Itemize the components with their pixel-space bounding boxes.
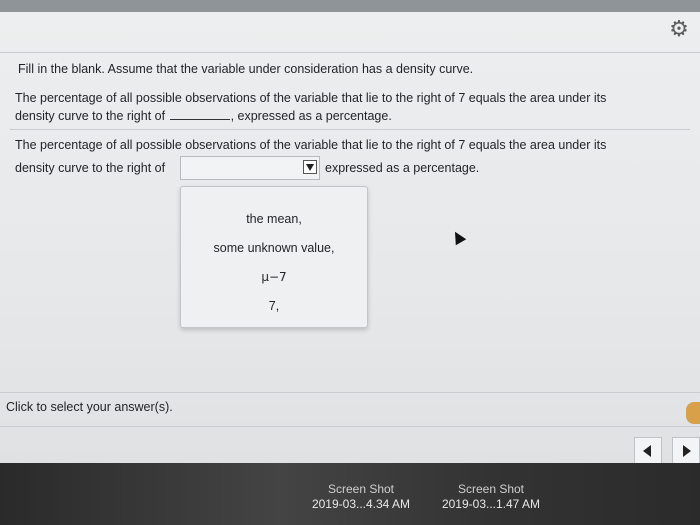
right-arrow-icon[interactable] <box>672 437 700 465</box>
dropdown-option-seven[interactable]: 7, <box>181 298 367 315</box>
desktop-file-1-title: Screen Shot <box>327 482 395 496</box>
help-tab[interactable] <box>686 402 700 424</box>
left-arrow-icon[interactable] <box>634 437 662 465</box>
question-line2-after: , expressed as a percentage. <box>230 109 392 123</box>
question-statement-line2: density curve to the right of , expresse… <box>15 107 392 125</box>
question-line2-before: density curve to the right of <box>15 109 166 123</box>
answer-statement-line1: The percentage of all possible observati… <box>15 138 607 152</box>
gear-icon[interactable]: ⚙ <box>668 18 690 40</box>
window-top-bar <box>0 0 700 12</box>
header-divider <box>0 52 700 53</box>
chevron-down-icon[interactable] <box>303 160 317 174</box>
desktop-file-1-name: 2019-03...4.34 AM <box>311 497 411 511</box>
question-statement-line1: The percentage of all possible observati… <box>15 91 607 105</box>
blank-underline <box>169 107 230 120</box>
desktop-file-2-title: Screen Shot <box>457 482 525 496</box>
footer-divider-bottom <box>0 426 700 427</box>
footer-instruction: Click to select your answer(s). <box>6 400 173 414</box>
question-intro: Fill in the blank. Assume that the varia… <box>18 62 474 76</box>
desktop-file-2-name: 2019-03...1.47 AM <box>441 497 541 511</box>
dropdown-option-mean[interactable]: the mean, <box>181 211 367 228</box>
question-divider <box>10 129 690 130</box>
answer-line2-after: expressed as a percentage. <box>325 161 480 175</box>
desktop-file-2[interactable]: Screen Shot 2019-03...1.47 AM <box>421 482 561 512</box>
footer-divider-top <box>0 392 700 393</box>
dropdown-option-mu-minus-7[interactable]: μ−7 <box>181 269 367 286</box>
answer-line2-before: density curve to the right of <box>15 161 166 175</box>
desktop-file-1[interactable]: Screen Shot 2019-03...4.34 AM <box>291 482 431 512</box>
dropdown-option-unknown-value[interactable]: some unknown value, <box>181 240 367 257</box>
answer-dropdown-menu: the mean, some unknown value, μ−7 7, <box>180 186 368 328</box>
answer-select[interactable] <box>180 156 320 180</box>
